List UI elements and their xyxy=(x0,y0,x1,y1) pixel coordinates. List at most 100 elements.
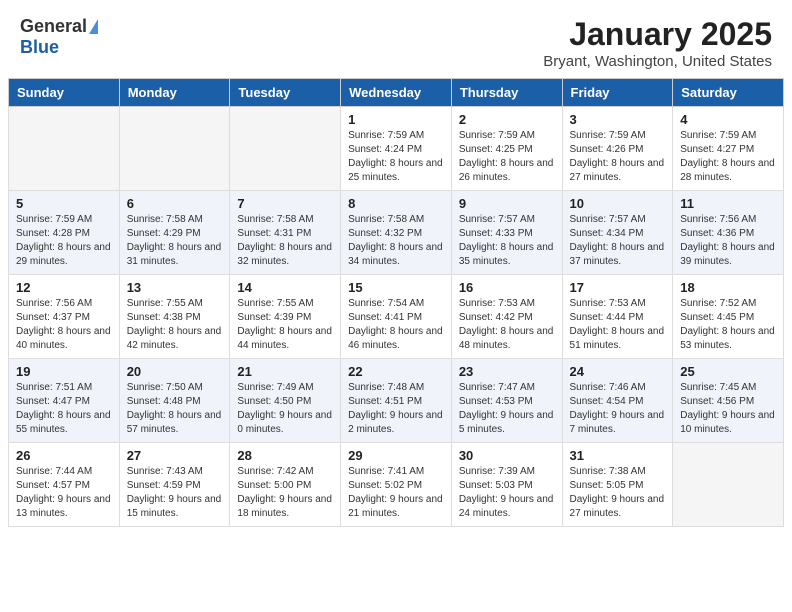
calendar-cell: 6 Sunrise: 7:58 AMSunset: 4:29 PMDaylight… xyxy=(119,191,230,275)
day-number: 15 xyxy=(348,280,444,295)
day-number: 9 xyxy=(459,196,555,211)
day-number: 30 xyxy=(459,448,555,463)
weekday-header-monday: Monday xyxy=(119,79,230,107)
calendar-cell: 19 Sunrise: 7:51 AMSunset: 4:47 PMDayligh… xyxy=(9,359,120,443)
calendar-cell xyxy=(673,443,784,527)
calendar-cell: 2Sunrise: 7:59 AMSunset: 4:25 PMDaylight… xyxy=(451,107,562,191)
calendar-cell: 10 Sunrise: 7:57 AMSunset: 4:34 PMDayligh… xyxy=(562,191,673,275)
calendar-cell xyxy=(119,107,230,191)
day-number: 6 xyxy=(127,196,223,211)
weekday-header-thursday: Thursday xyxy=(451,79,562,107)
day-number: 17 xyxy=(570,280,666,295)
day-info: Sunrise: 7:49 AMSunset: 4:50 PMDaylight:… xyxy=(237,381,333,437)
calendar-body: 1 Sunrise: 7:59 AMSunset: 4:24 PMDaylight… xyxy=(9,107,784,527)
logo-triangle-icon xyxy=(89,19,98,34)
logo-general: General xyxy=(20,16,87,37)
calendar-cell xyxy=(9,107,120,191)
logo-blue: Blue xyxy=(20,37,59,58)
day-number: 19 xyxy=(16,364,112,379)
day-number: 13 xyxy=(127,280,223,295)
day-info: Sunrise: 7:52 AMSunset: 4:45 PMDaylight:… xyxy=(680,297,776,353)
calendar-cell: 24Sunrise: 7:46 AMSunset: 4:54 PMDayligh… xyxy=(562,359,673,443)
day-number: 2 xyxy=(459,112,555,127)
day-number: 16 xyxy=(459,280,555,295)
day-info: Sunrise: 7:45 AMSunset: 4:56 PMDaylight:… xyxy=(680,381,776,437)
week-row-4: 19 Sunrise: 7:51 AMSunset: 4:47 PMDayligh… xyxy=(9,359,784,443)
day-number: 21 xyxy=(237,364,333,379)
day-info: Sunrise: 7:55 AMSunset: 4:38 PMDaylight:… xyxy=(127,297,223,353)
day-number: 5 xyxy=(16,196,112,211)
day-number: 4 xyxy=(680,112,776,127)
day-info: Sunrise: 7:46 AMSunset: 4:54 PMDaylight:… xyxy=(570,381,666,437)
calendar-cell: 27 Sunrise: 7:43 AMSunset: 4:59 PMDayligh… xyxy=(119,443,230,527)
calendar-cell: 8Sunrise: 7:58 AMSunset: 4:32 PMDaylight… xyxy=(341,191,452,275)
header-row: SundayMondayTuesdayWednesdayThursdayFrid… xyxy=(9,79,784,107)
day-info: Sunrise: 7:53 AMSunset: 4:44 PMDaylight:… xyxy=(570,297,666,353)
day-number: 8 xyxy=(348,196,444,211)
day-info: Sunrise: 7:43 AMSunset: 4:59 PMDaylight:… xyxy=(127,465,223,521)
day-info: Sunrise: 7:59 AMSunset: 4:27 PMDaylight:… xyxy=(680,129,776,185)
calendar-cell: 16 Sunrise: 7:53 AMSunset: 4:42 PMDayligh… xyxy=(451,275,562,359)
page-header: General Blue January 2025 Bryant, Washin… xyxy=(0,0,792,78)
day-info: Sunrise: 7:59 AMSunset: 4:28 PMDaylight:… xyxy=(16,213,112,269)
logo: General Blue xyxy=(20,16,98,58)
calendar-cell: 18Sunrise: 7:52 AMSunset: 4:45 PMDayligh… xyxy=(673,275,784,359)
weekday-header-sunday: Sunday xyxy=(9,79,120,107)
day-info: Sunrise: 7:51 AMSunset: 4:47 PMDaylight:… xyxy=(16,381,112,437)
day-info: Sunrise: 7:38 AMSunset: 5:05 PMDaylight:… xyxy=(570,465,666,521)
weekday-header-tuesday: Tuesday xyxy=(230,79,341,107)
calendar-wrapper: SundayMondayTuesdayWednesdayThursdayFrid… xyxy=(0,78,792,535)
calendar-cell: 23Sunrise: 7:47 AMSunset: 4:53 PMDayligh… xyxy=(451,359,562,443)
day-number: 12 xyxy=(16,280,112,295)
day-info: Sunrise: 7:59 AMSunset: 4:24 PMDaylight:… xyxy=(348,129,444,185)
day-number: 26 xyxy=(16,448,112,463)
calendar-table: SundayMondayTuesdayWednesdayThursdayFrid… xyxy=(8,78,784,527)
day-info: Sunrise: 7:57 AMSunset: 4:33 PMDaylight:… xyxy=(459,213,555,269)
day-number: 11 xyxy=(680,196,776,211)
day-number: 1 xyxy=(348,112,444,127)
day-info: Sunrise: 7:57 AMSunset: 4:34 PMDaylight:… xyxy=(570,213,666,269)
calendar-cell: 31Sunrise: 7:38 AMSunset: 5:05 PMDayligh… xyxy=(562,443,673,527)
day-info: Sunrise: 7:58 AMSunset: 4:29 PMDaylight:… xyxy=(127,213,223,269)
week-row-1: 1 Sunrise: 7:59 AMSunset: 4:24 PMDaylight… xyxy=(9,107,784,191)
day-info: Sunrise: 7:41 AMSunset: 5:02 PMDaylight:… xyxy=(348,465,444,521)
calendar-cell: 29Sunrise: 7:41 AMSunset: 5:02 PMDayligh… xyxy=(341,443,452,527)
title-area: January 2025 Bryant, Washington, United … xyxy=(543,16,772,70)
calendar-cell: 1 Sunrise: 7:59 AMSunset: 4:24 PMDaylight… xyxy=(341,107,452,191)
calendar-cell xyxy=(230,107,341,191)
day-number: 27 xyxy=(127,448,223,463)
day-info: Sunrise: 7:44 AMSunset: 4:57 PMDaylight:… xyxy=(16,465,112,521)
day-info: Sunrise: 7:53 AMSunset: 4:42 PMDaylight:… xyxy=(459,297,555,353)
calendar-cell: 21 Sunrise: 7:49 AMSunset: 4:50 PMDayligh… xyxy=(230,359,341,443)
calendar-header: SundayMondayTuesdayWednesdayThursdayFrid… xyxy=(9,79,784,107)
calendar-cell: 11 Sunrise: 7:56 AMSunset: 4:36 PMDayligh… xyxy=(673,191,784,275)
day-number: 14 xyxy=(237,280,333,295)
calendar-cell: 13 Sunrise: 7:55 AMSunset: 4:38 PMDayligh… xyxy=(119,275,230,359)
week-row-5: 26 Sunrise: 7:44 AMSunset: 4:57 PMDayligh… xyxy=(9,443,784,527)
day-info: Sunrise: 7:42 AMSunset: 5:00 PMDaylight:… xyxy=(237,465,333,521)
day-info: Sunrise: 7:56 AMSunset: 4:36 PMDaylight:… xyxy=(680,213,776,269)
day-number: 10 xyxy=(570,196,666,211)
day-info: Sunrise: 7:59 AMSunset: 4:26 PMDaylight:… xyxy=(570,129,666,185)
calendar-cell: 12 Sunrise: 7:56 AMSunset: 4:37 PMDayligh… xyxy=(9,275,120,359)
weekday-header-wednesday: Wednesday xyxy=(341,79,452,107)
calendar-cell: 26 Sunrise: 7:44 AMSunset: 4:57 PMDayligh… xyxy=(9,443,120,527)
calendar-cell: 17 Sunrise: 7:53 AMSunset: 4:44 PMDayligh… xyxy=(562,275,673,359)
week-row-2: 5 Sunrise: 7:59 AMSunset: 4:28 PMDaylight… xyxy=(9,191,784,275)
day-number: 7 xyxy=(237,196,333,211)
day-info: Sunrise: 7:58 AMSunset: 4:31 PMDaylight:… xyxy=(237,213,333,269)
day-number: 25 xyxy=(680,364,776,379)
calendar-cell: 9 Sunrise: 7:57 AMSunset: 4:33 PMDaylight… xyxy=(451,191,562,275)
calendar-cell: 30Sunrise: 7:39 AMSunset: 5:03 PMDayligh… xyxy=(451,443,562,527)
week-row-3: 12 Sunrise: 7:56 AMSunset: 4:37 PMDayligh… xyxy=(9,275,784,359)
day-number: 3 xyxy=(570,112,666,127)
calendar-cell: 20Sunrise: 7:50 AMSunset: 4:48 PMDayligh… xyxy=(119,359,230,443)
day-number: 28 xyxy=(237,448,333,463)
calendar-cell: 25 Sunrise: 7:45 AMSunset: 4:56 PMDayligh… xyxy=(673,359,784,443)
day-info: Sunrise: 7:56 AMSunset: 4:37 PMDaylight:… xyxy=(16,297,112,353)
location: Bryant, Washington, United States xyxy=(543,53,772,70)
day-info: Sunrise: 7:48 AMSunset: 4:51 PMDaylight:… xyxy=(348,381,444,437)
month-title: January 2025 xyxy=(543,16,772,53)
calendar-cell: 7 Sunrise: 7:58 AMSunset: 4:31 PMDaylight… xyxy=(230,191,341,275)
day-info: Sunrise: 7:50 AMSunset: 4:48 PMDaylight:… xyxy=(127,381,223,437)
